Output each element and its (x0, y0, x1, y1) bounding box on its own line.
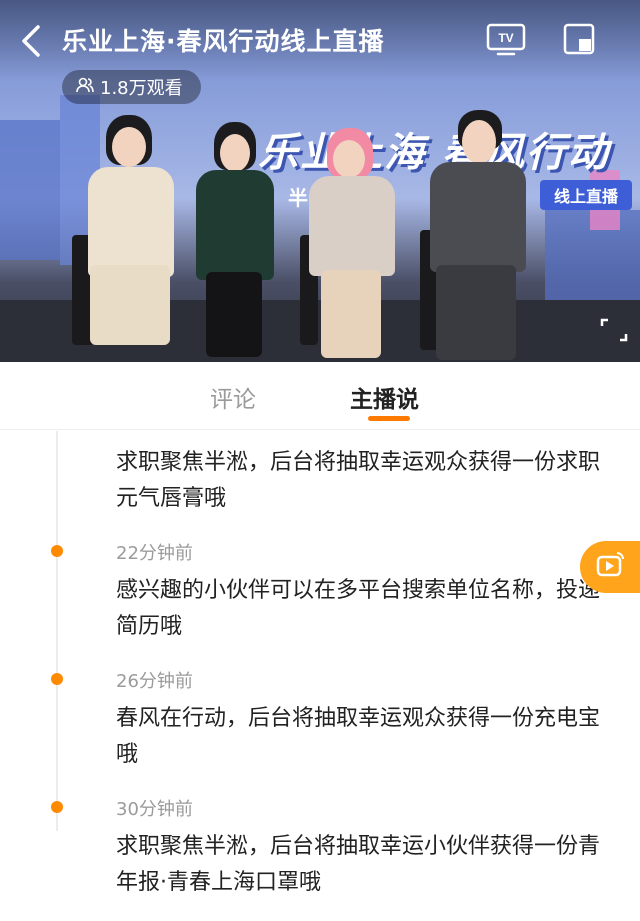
pip-icon[interactable] (562, 22, 596, 56)
timeline-dot (51, 545, 63, 557)
back-icon[interactable] (18, 24, 46, 58)
live-replay-button[interactable] (580, 541, 640, 593)
tab-bar: 评论 主播说 (0, 362, 640, 430)
host-person (192, 122, 282, 357)
page-title: 乐业上海·春风行动线上直播 (62, 27, 385, 56)
host-message-timeline[interactable]: 求职聚焦半淞，后台将抽取幸运观众获得一份求职元气唇膏哦 22分钟前 感兴趣的小伙… (0, 431, 640, 921)
backdrop-live-badge: 线上直播 (540, 180, 632, 210)
host-person (420, 110, 535, 360)
timeline-dot (51, 801, 63, 813)
timeline-line (56, 431, 58, 831)
message-time: 26分钟前 (116, 671, 193, 692)
tab-comments[interactable]: 评论 (210, 380, 256, 414)
host-person (80, 115, 190, 355)
message-text: 求职聚焦半淞，后台将抽取幸运观众获得一份求职元气唇膏哦 (116, 450, 601, 511)
message-time: 22分钟前 (116, 543, 193, 564)
viewers-icon (76, 76, 94, 99)
live-video-player[interactable]: 乐业上海 春风行动 半 街道 线上直播 乐业上海·春风行动线上直 (0, 0, 640, 362)
message-text: 春风在行动，后台将抽取幸运观众获得一份充电宝哦 (116, 706, 601, 767)
timeline-dot (51, 673, 63, 685)
viewer-count: 1.8万观看 (100, 78, 183, 99)
backdrop-building (0, 120, 60, 260)
svg-text:TV: TV (498, 31, 513, 45)
tab-host-says[interactable]: 主播说 (350, 380, 419, 414)
tv-icon[interactable]: TV (486, 22, 526, 56)
message-time: 30分钟前 (116, 799, 193, 820)
live-replay-icon (595, 551, 625, 583)
viewer-count-badge: 1.8万观看 (62, 70, 201, 104)
message-text: 感兴趣的小伙伴可以在多平台搜索单位名称，投递简历哦 (116, 578, 601, 639)
host-person (305, 128, 400, 358)
fullscreen-icon[interactable] (600, 318, 628, 342)
active-tab-indicator (368, 416, 410, 421)
message-text: 求职聚焦半淞，后台将抽取幸运小伙伴获得一份青年报·青春上海口罩哦 (116, 834, 601, 895)
